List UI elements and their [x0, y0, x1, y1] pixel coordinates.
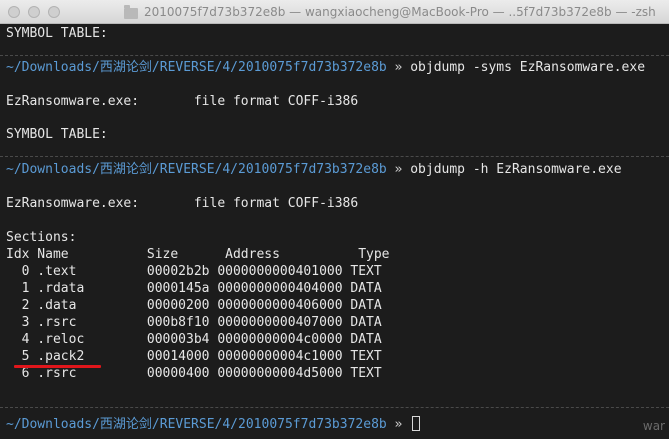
- prompt-separator: [0, 407, 669, 408]
- folder-icon: [124, 4, 138, 19]
- table-row: 1 .rdata 0000145a 0000000000404000 DATA: [6, 281, 382, 296]
- text-cursor: [412, 416, 421, 431]
- watermark: war: [642, 419, 665, 433]
- title-bar: 2010075f7d73b372e8b — wangxiaocheng@MacB…: [0, 0, 669, 24]
- prompt-arrow: »: [386, 162, 411, 177]
- prompt-line: ~/Downloads/西湖论剑/REVERSE/4/2010075f7d73b…: [6, 416, 421, 433]
- close-button[interactable]: [8, 6, 20, 18]
- prompt-line: ~/Downloads/西湖论剑/REVERSE/4/2010075f7d73b…: [6, 161, 622, 178]
- command-text: objdump -h EzRansomware.exe: [410, 162, 622, 177]
- zoom-button[interactable]: [48, 6, 60, 18]
- command-text: objdump -syms EzRansomware.exe: [410, 60, 646, 75]
- prompt-path: ~/Downloads/西湖论剑/REVERSE/4/2010075f7d73b…: [6, 162, 387, 177]
- table-row: 3 .rsrc 000b8f10 0000000000407000 DATA: [6, 315, 382, 330]
- minimize-button[interactable]: [28, 6, 40, 18]
- output-line: EzRansomware.exe: file format COFF-i386: [6, 94, 359, 109]
- window-title: 2010075f7d73b372e8b — wangxiaocheng@MacB…: [124, 4, 656, 20]
- prompt-path: ~/Downloads/西湖论剑/REVERSE/4/2010075f7d73b…: [6, 60, 387, 75]
- prompt-separator: [0, 55, 669, 56]
- prompt-line: ~/Downloads/西湖论剑/REVERSE/4/2010075f7d73b…: [6, 59, 645, 76]
- prompt-arrow: »: [386, 417, 411, 432]
- output-line: SYMBOL TABLE:: [6, 26, 108, 41]
- table-row: 5 .pack2 00014000 00000000004c1000 TEXT: [6, 349, 382, 364]
- red-underline-annotation: [14, 365, 101, 368]
- output-line: SYMBOL TABLE:: [6, 127, 108, 142]
- window-controls: [8, 6, 60, 18]
- prompt-arrow: »: [386, 60, 411, 75]
- prompt-separator: [0, 156, 669, 157]
- output-line: Sections:: [6, 230, 77, 245]
- window-title-text: 2010075f7d73b372e8b — wangxiaocheng@MacB…: [144, 5, 656, 19]
- table-row: 0 .text 00002b2b 0000000000401000 TEXT: [6, 264, 382, 279]
- table-row: 4 .reloc 000003b4 00000000004c0000 DATA: [6, 332, 382, 347]
- output-line: EzRansomware.exe: file format COFF-i386: [6, 196, 359, 211]
- table-header: Idx Name Size Address Type: [6, 247, 390, 262]
- terminal-content[interactable]: SYMBOL TABLE: ~/Downloads/西湖论剑/REVERSE/4…: [0, 24, 669, 439]
- prompt-path: ~/Downloads/西湖论剑/REVERSE/4/2010075f7d73b…: [6, 417, 387, 432]
- table-row: 2 .data 00000200 0000000000406000 DATA: [6, 298, 382, 313]
